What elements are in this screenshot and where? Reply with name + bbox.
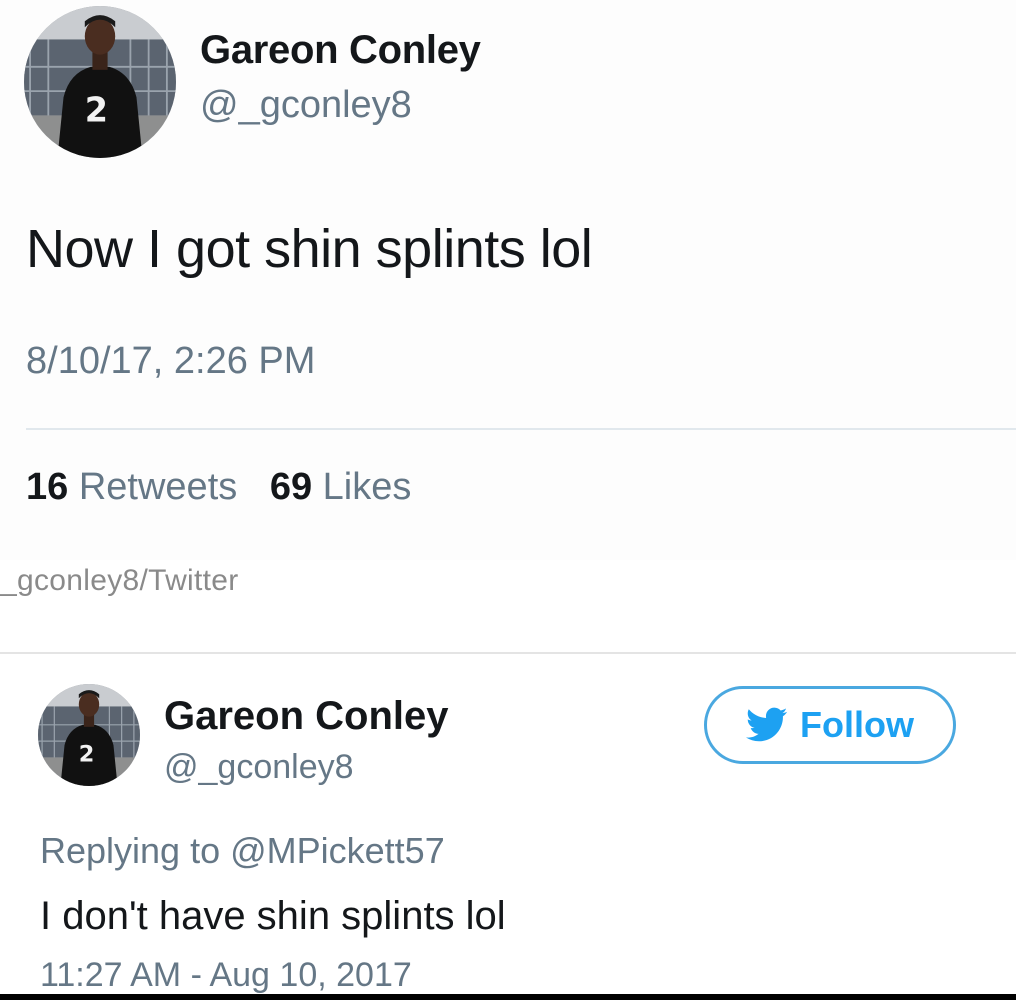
follow-label: Follow: [800, 704, 914, 745]
tweet-text: I don't have shin splints lol: [40, 894, 506, 938]
retweets-label[interactable]: Retweets: [79, 466, 237, 508]
svg-text:2: 2: [79, 742, 95, 768]
tweet-text: Now I got shin splints lol: [26, 219, 593, 279]
twitter-bird-icon: [746, 707, 788, 742]
svg-text:2: 2: [85, 91, 108, 130]
author-handle[interactable]: @_gconley8: [200, 84, 412, 127]
screenshot-page: 2 Gareon Conley @_gconley8 Now I got shi…: [0, 0, 1016, 1000]
retweets-count[interactable]: 16: [26, 466, 68, 508]
tweet-card: 2 Gareon Conley @_gconley8 Now I got shi…: [0, 0, 1016, 560]
author-name[interactable]: Gareon Conley: [200, 28, 481, 73]
likes-count[interactable]: 69: [270, 466, 312, 508]
profile-photo-icon: 2: [38, 684, 140, 786]
tweet-timestamp[interactable]: 11:27 AM - Aug 10, 2017: [40, 956, 412, 995]
likes-label[interactable]: Likes: [323, 466, 412, 508]
section-divider: [0, 652, 1016, 654]
image-credit: _gconley8/Twitter: [0, 564, 239, 597]
bottom-border: [0, 994, 1016, 1000]
follow-button[interactable]: Follow: [704, 686, 956, 764]
profile-photo-icon: 2: [24, 6, 176, 158]
avatar[interactable]: 2: [24, 6, 176, 158]
engagement-stats: 16 Retweets 69 Likes: [26, 466, 411, 509]
tweet-timestamp[interactable]: 8/10/17, 2:26 PM: [26, 340, 315, 383]
replying-to[interactable]: Replying to @MPickett57: [40, 830, 445, 872]
divider: [26, 428, 1016, 430]
author-handle[interactable]: @_gconley8: [164, 748, 354, 787]
author-name[interactable]: Gareon Conley: [164, 694, 449, 739]
avatar[interactable]: 2: [38, 684, 140, 786]
